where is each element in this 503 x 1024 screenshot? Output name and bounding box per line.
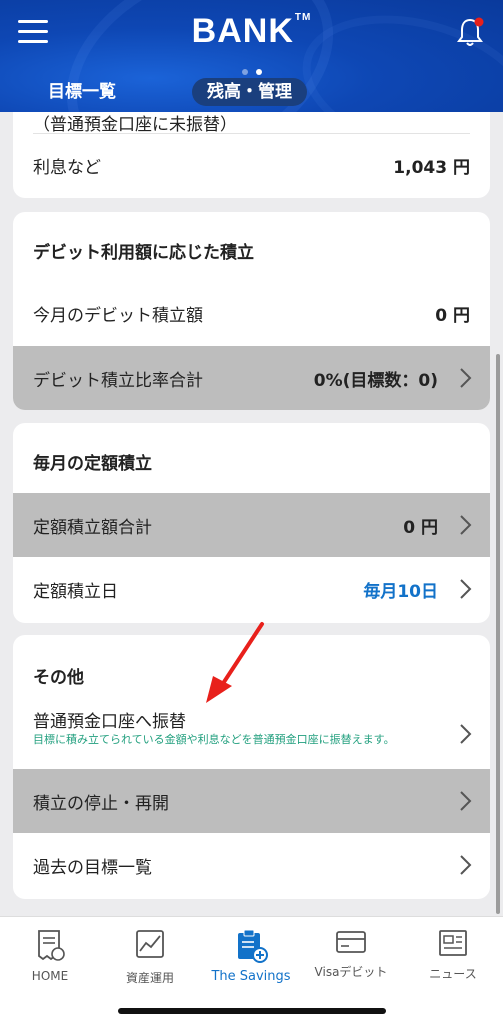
chevron-right-icon: [460, 791, 472, 811]
main-content: （普通預金口座に未振替） 利息など 1,043 円 デビット利用額に応じた積立 …: [0, 112, 503, 916]
other-card: その他 普通預金口座へ振替 目標に積み立てられている金額や利息などを普通預金口座…: [13, 635, 490, 899]
debit-ratio-label: デビット積立比率合計: [33, 370, 203, 391]
savings-clipboard-icon: [238, 929, 268, 963]
nav-visa-label: Visaデビット: [314, 965, 388, 979]
nav-home-label: HOME: [31, 969, 69, 983]
app-header: BANKTM 目標一覧 残高・管理: [0, 0, 503, 112]
nav-savings[interactable]: The Savings: [201, 929, 301, 984]
debit-ratio-value: 0%(目標数：0): [313, 370, 438, 391]
fixed-day-row[interactable]: 定額積立日 毎月10日: [13, 557, 490, 621]
nav-home[interactable]: HOME: [0, 929, 100, 983]
debit-ratio-row[interactable]: デビット積立比率合計 0%(目標数：0): [13, 346, 490, 410]
chevron-right-icon: [460, 515, 472, 535]
debit-savings-card: デビット利用額に応じた積立 今月のデビット積立額 0 円 デビット積立比率合計 …: [13, 212, 490, 410]
nav-assets-label: 資産運用: [125, 971, 174, 985]
scrollbar[interactable]: [496, 354, 500, 914]
chevron-right-icon: [460, 855, 472, 875]
transfer-description: 目標に積み立てられている金額や利息などを普通預金口座に振替えます。: [33, 733, 395, 746]
fixed-savings-card: 毎月の定額積立 定額積立額合計 0 円 定額積立日 毎月10日: [13, 423, 490, 623]
interest-label: 利息など: [33, 157, 101, 178]
debit-section-title: デビット利用額に応じた積立: [33, 243, 254, 263]
pause-resume-label: 積立の停止・再開: [33, 793, 169, 814]
fixed-total-label: 定額積立額合計: [33, 517, 152, 538]
bank-logo: BANKTM: [191, 12, 312, 50]
interest-row: 利息など 1,043 円: [13, 134, 490, 196]
credit-card-icon: [336, 931, 366, 953]
newspaper-icon: [439, 930, 467, 956]
nav-savings-label: The Savings: [211, 969, 291, 984]
nav-news-label: ニュース: [429, 967, 477, 981]
past-goals-row[interactable]: 過去の目標一覧: [13, 833, 490, 897]
interest-card: （普通預金口座に未振替） 利息など 1,043 円: [13, 112, 490, 198]
home-indicator[interactable]: [118, 1008, 386, 1014]
fixed-section-title: 毎月の定額積立: [33, 454, 152, 474]
nav-assets[interactable]: 資産運用: [100, 929, 200, 986]
fixed-total-value: 0 円: [403, 517, 438, 538]
nav-visa[interactable]: Visaデビット: [301, 929, 401, 980]
chevron-right-icon: [460, 368, 472, 388]
fixed-day-label: 定額積立日: [33, 581, 118, 602]
unsettled-note: （普通預金口座に未振替）: [33, 115, 237, 135]
debit-monthly-label: 今月のデビット積立額: [33, 305, 203, 326]
other-section-title: その他: [33, 668, 84, 688]
receipt-icon: [38, 930, 65, 961]
tab-balance-management[interactable]: 残高・管理: [192, 78, 307, 106]
chevron-right-icon: [460, 724, 472, 744]
debit-monthly-row: 今月のデビット積立額 0 円: [13, 280, 490, 346]
debit-monthly-value: 0 円: [435, 305, 470, 326]
pause-resume-row[interactable]: 積立の停止・再開: [13, 769, 490, 833]
tab-goal-list[interactable]: 目標一覧: [48, 78, 116, 106]
fixed-day-value: 毎月10日: [363, 581, 438, 602]
page-indicator: [0, 60, 503, 79]
fixed-total-row[interactable]: 定額積立額合計 0 円: [13, 493, 490, 557]
notification-bell-icon[interactable]: [455, 16, 485, 48]
transfer-row[interactable]: 普通預金口座へ振替 目標に積み立てられている金額や利息などを普通預金口座に振替え…: [13, 699, 490, 769]
transfer-label: 普通預金口座へ振替: [33, 712, 186, 732]
interest-value: 1,043 円: [393, 157, 470, 178]
nav-news[interactable]: ニュース: [403, 929, 503, 982]
past-goals-label: 過去の目標一覧: [33, 857, 152, 878]
chart-icon: [136, 930, 164, 958]
chevron-right-icon: [460, 579, 472, 599]
